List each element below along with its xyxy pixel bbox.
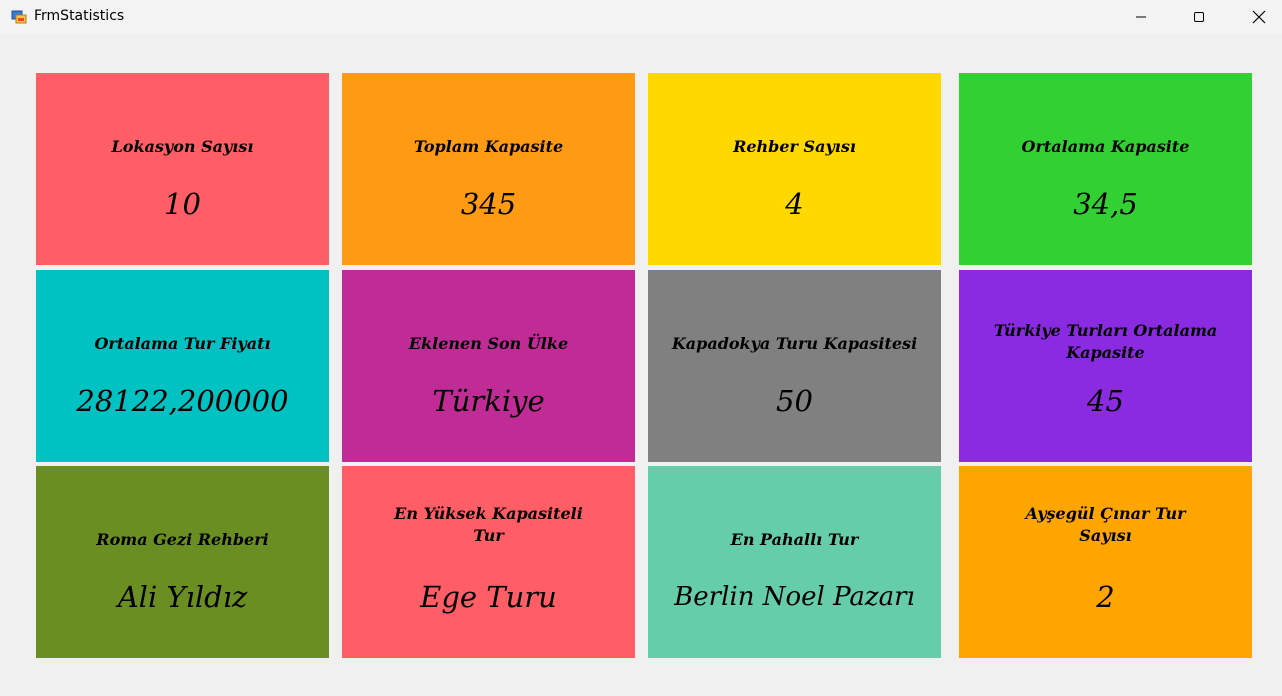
app-icon xyxy=(11,9,27,25)
stat-card-lokasyon-sayisi: Lokasyon Sayısı 10 xyxy=(36,73,329,265)
stat-label: Türkiye Turları Ortalama Kapasite xyxy=(993,321,1218,362)
stat-card-en-pahalli-tur: En Pahallı Tur Berlin Noel Pazarı xyxy=(648,466,941,658)
title-bar: FrmStatistics xyxy=(0,0,1282,34)
minimize-icon xyxy=(1135,11,1147,23)
stat-label: En Pahallı Tur xyxy=(730,530,859,549)
stat-label: Eklenen Son Ülke xyxy=(408,334,569,353)
close-button[interactable] xyxy=(1236,0,1282,34)
stat-value: 28122,200000 xyxy=(76,384,289,418)
stat-label: Toplam Kapasite xyxy=(413,137,564,156)
stat-value: Ali Yıldız xyxy=(117,580,248,614)
minimize-button[interactable] xyxy=(1118,0,1164,34)
stat-value: 2 xyxy=(1096,580,1115,614)
stat-label: Ortalama Kapasite xyxy=(1021,137,1190,156)
stat-value: 50 xyxy=(776,384,813,418)
stat-value: Ege Turu xyxy=(420,580,557,614)
stat-card-aysegul-cinar-tur-sayisi: Ayşegül Çınar Tur Sayısı 2 xyxy=(959,466,1252,658)
stat-label: En Yüksek Kapasiteli Tur xyxy=(394,504,583,545)
stat-value: 4 xyxy=(785,187,804,221)
stat-label: Ayşegül Çınar Tur Sayısı xyxy=(1025,504,1186,545)
stat-card-en-yuksek-kapasiteli-tur: En Yüksek Kapasiteli Tur Ege Turu xyxy=(342,466,635,658)
stat-label: Ortalama Tur Fiyatı xyxy=(94,334,271,353)
stat-card-turkiye-turlari-ortalama-kapasite: Türkiye Turları Ortalama Kapasite 45 xyxy=(959,270,1252,462)
stat-card-ortalama-kapasite: Ortalama Kapasite 34,5 xyxy=(959,73,1252,265)
stat-card-rehber-sayisi: Rehber Sayısı 4 xyxy=(648,73,941,265)
stat-value: Türkiye xyxy=(432,384,545,418)
stat-label: Kapadokya Turu Kapasitesi xyxy=(671,334,918,353)
stat-card-eklenen-son-ulke: Eklenen Son Ülke Türkiye xyxy=(342,270,635,462)
stat-label: Lokasyon Sayısı xyxy=(111,137,254,156)
stat-label: Roma Gezi Rehberi xyxy=(96,530,269,549)
maximize-icon xyxy=(1193,11,1205,23)
stat-value: Berlin Noel Pazarı xyxy=(674,582,915,612)
stat-card-kapadokya-turu-kapasitesi: Kapadokya Turu Kapasitesi 50 xyxy=(648,270,941,462)
window-title: FrmStatistics xyxy=(34,8,125,24)
stat-value: 45 xyxy=(1087,384,1124,418)
close-icon xyxy=(1252,10,1266,24)
stat-value: 345 xyxy=(460,187,517,221)
stat-value: 34,5 xyxy=(1073,187,1138,221)
maximize-button[interactable] xyxy=(1176,0,1222,34)
stat-card-toplam-kapasite: Toplam Kapasite 345 xyxy=(342,73,635,265)
stat-card-ortalama-tur-fiyati: Ortalama Tur Fiyatı 28122,200000 xyxy=(36,270,329,462)
stat-card-roma-gezi-rehberi: Roma Gezi Rehberi Ali Yıldız xyxy=(36,466,329,658)
stat-value: 10 xyxy=(164,187,201,221)
stat-label: Rehber Sayısı xyxy=(733,137,856,156)
